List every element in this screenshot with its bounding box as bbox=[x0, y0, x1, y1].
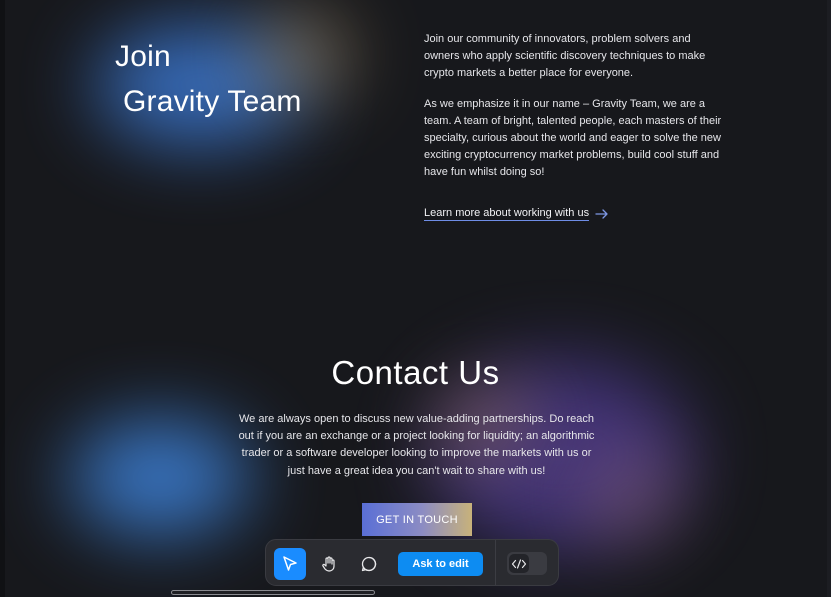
editor-toolbar: Ask to edit bbox=[265, 539, 559, 586]
hand-icon bbox=[322, 556, 335, 572]
join-paragraph-2: As we emphasize it in our name – Gravity… bbox=[424, 97, 722, 179]
cursor-icon bbox=[283, 556, 297, 571]
code-view-toggle[interactable] bbox=[507, 552, 547, 575]
blue-glow-bottom bbox=[70, 420, 250, 535]
join-heading: Join Gravity Team bbox=[115, 34, 302, 124]
comment-tool-button[interactable] bbox=[353, 548, 385, 580]
get-in-touch-button[interactable]: GET IN TOUCH bbox=[362, 503, 472, 536]
window-right-edge bbox=[827, 0, 831, 597]
horizontal-scrollbar[interactable] bbox=[171, 590, 375, 595]
code-toggle-knob bbox=[509, 554, 529, 573]
contact-description: We are always open to discuss new value-… bbox=[238, 413, 595, 477]
code-icon bbox=[511, 558, 527, 569]
arrow-right-icon bbox=[595, 209, 609, 219]
join-description: Join our community of innovators, proble… bbox=[424, 31, 724, 195]
join-paragraph-1: Join our community of innovators, proble… bbox=[424, 33, 706, 80]
toolbar-divider bbox=[495, 540, 496, 585]
contact-heading: Contact Us bbox=[331, 354, 500, 391]
comment-icon bbox=[361, 556, 377, 572]
hand-tool-button[interactable] bbox=[313, 548, 345, 580]
window-left-edge bbox=[0, 0, 5, 597]
join-heading-line1: Join bbox=[115, 40, 171, 73]
join-heading-line2: Gravity Team bbox=[123, 85, 302, 118]
select-tool-button[interactable] bbox=[274, 548, 306, 580]
learn-more-label: Learn more about working with us bbox=[424, 207, 590, 221]
learn-more-link[interactable]: Learn more about working with us bbox=[424, 207, 609, 221]
ask-to-edit-button[interactable]: Ask to edit bbox=[398, 552, 483, 576]
